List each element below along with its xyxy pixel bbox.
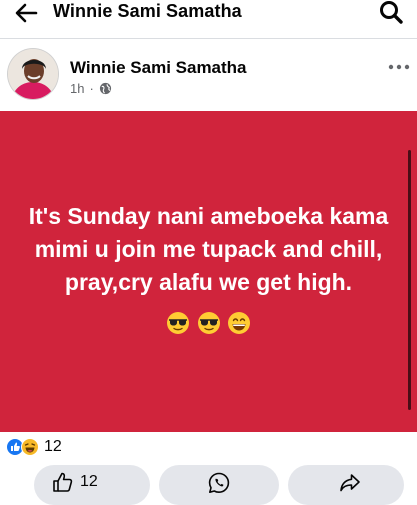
scrollbar[interactable] [408, 150, 411, 410]
sunglasses-emoji-icon [197, 312, 220, 334]
post-meta: 1h · [70, 81, 112, 96]
post-text: It's Sunday nani ameboeka kama mimi u jo… [28, 203, 389, 295]
action-bar: 12 [0, 462, 417, 505]
share-icon [340, 474, 360, 492]
like-button-content: 12 [52, 471, 98, 493]
whatsapp-share-button[interactable] [159, 465, 279, 505]
like-button[interactable]: 12 [34, 465, 150, 505]
haha-reaction-icon [21, 438, 39, 456]
post-author[interactable]: Winnie Sami Samatha [70, 58, 247, 78]
share-button[interactable] [288, 465, 404, 505]
avatar[interactable] [8, 49, 58, 99]
reactions-count: 12 [44, 438, 62, 455]
emoji-row [0, 311, 417, 339]
header-divider [0, 38, 417, 39]
grinning-emoji-icon [227, 312, 250, 334]
back-arrow-icon[interactable] [12, 0, 40, 26]
thumbs-up-icon [53, 472, 73, 492]
more-icon[interactable] [387, 62, 411, 72]
post-time[interactable]: 1h [70, 81, 84, 96]
sunglasses-emoji-icon [167, 312, 190, 334]
top-bar: Winnie Sami Samatha [0, 0, 417, 26]
like-count: 12 [80, 473, 98, 490]
page-title: Winnie Sami Samatha [53, 1, 242, 21]
post-header: Winnie Sami Samatha 1h · [0, 40, 417, 110]
meta-separator: · [89, 81, 94, 96]
globe-icon [99, 82, 111, 95]
search-icon[interactable] [378, 0, 404, 26]
whatsapp-icon [208, 472, 230, 493]
reactions-summary[interactable]: 12 [6, 437, 62, 457]
